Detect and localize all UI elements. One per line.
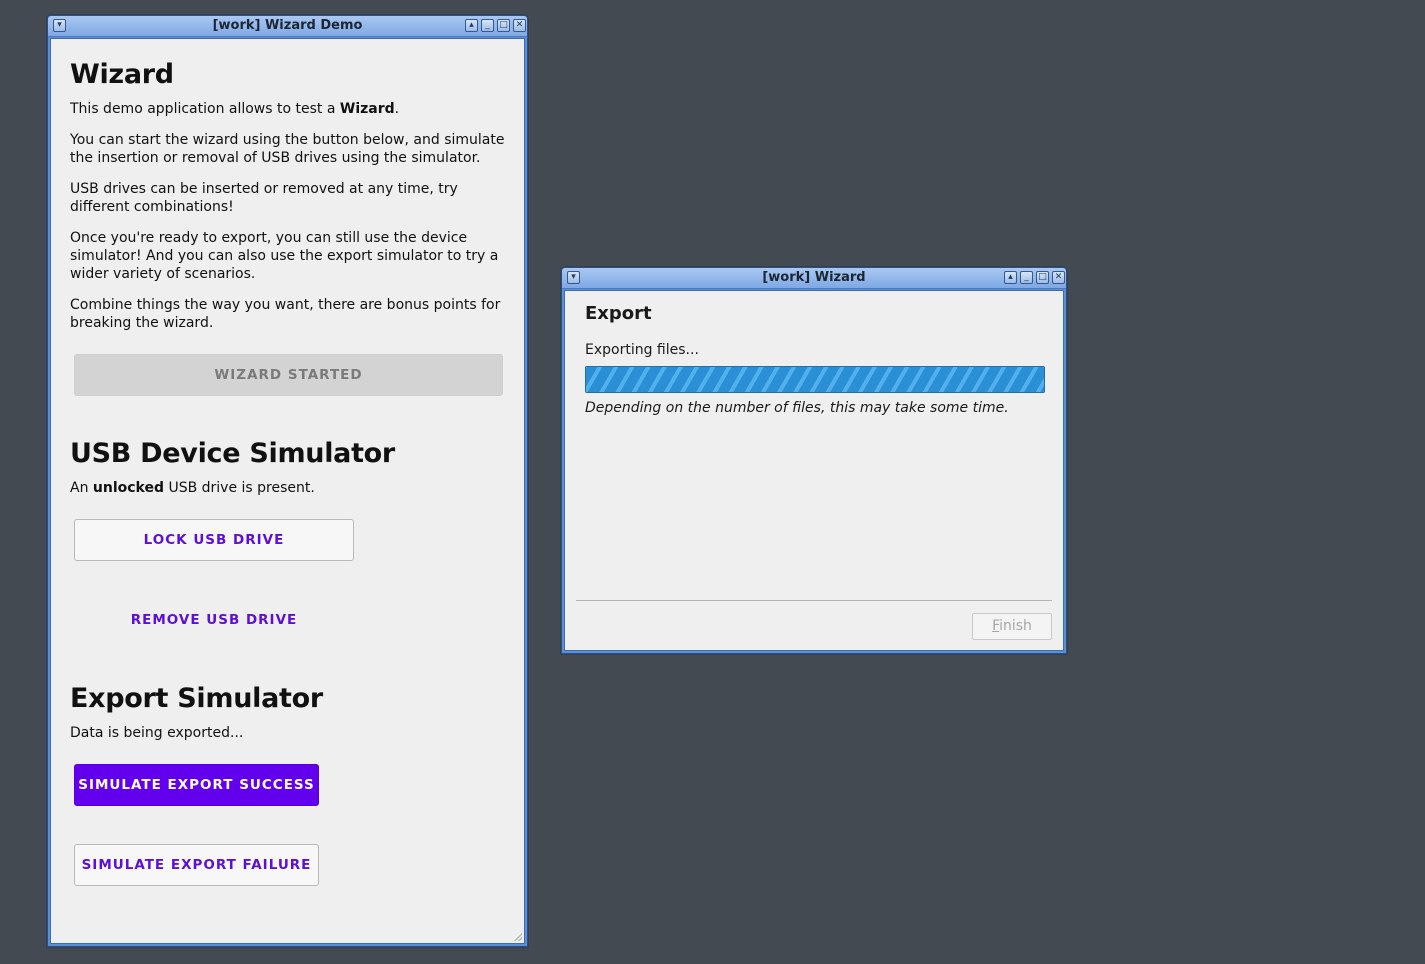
button-divider — [576, 600, 1052, 601]
usb-status-prefix: An — [70, 480, 93, 496]
usb-status-suffix: USB drive is present. — [164, 480, 315, 496]
minimize-icon[interactable]: _ — [1020, 271, 1033, 284]
title-bar[interactable]: ▾ [work] Wizard ▴ _ □ ✕ — [562, 268, 1066, 289]
wizard-start-paragraph: You can start the wizard using the butto… — [70, 132, 505, 166]
window-title: [work] Wizard Demo — [212, 18, 363, 33]
export-progress-bar — [585, 366, 1045, 393]
export-note: Depending on the number of files, this m… — [585, 400, 1009, 416]
simulate-export-failure-button[interactable]: SIMULATE EXPORT FAILURE — [74, 844, 319, 886]
main-content: Wizard This demo application allows to t… — [50, 38, 525, 944]
remove-usb-button[interactable]: REMOVE USB DRIVE — [74, 599, 354, 641]
usb-paragraph: USB drives can be inserted or removed at… — [70, 181, 458, 215]
close-icon[interactable]: ✕ — [513, 19, 526, 32]
maximize-icon[interactable]: □ — [497, 19, 510, 32]
export-status: Data is being exported... — [70, 725, 244, 741]
usb-status: An unlocked USB drive is present. — [70, 479, 510, 497]
lock-usb-button[interactable]: LOCK USB DRIVE — [74, 519, 354, 561]
wizard-window: ▾ [work] Wizard ▴ _ □ ✕ Export Exporting… — [561, 267, 1067, 654]
export-paragraph: Once you're ready to export, you can sti… — [70, 230, 499, 282]
intro-bold: Wizard — [339, 101, 395, 117]
maximize-icon[interactable]: □ — [1036, 271, 1049, 284]
shade-icon[interactable]: ▴ — [465, 19, 478, 32]
wizard-heading: Wizard — [70, 59, 174, 90]
export-simulator-heading: Export Simulator — [70, 683, 323, 714]
start-wizard-button[interactable]: WIZARD STARTED — [74, 354, 503, 396]
combine-paragraph: Combine things the way you want, there a… — [70, 297, 501, 331]
intro-prefix: This demo application allows to test a — [70, 101, 340, 117]
wizard-intro: This demo application allows to test a W… — [70, 100, 510, 118]
finish-button[interactable]: Finish — [972, 613, 1052, 640]
usb-status-bold: unlocked — [92, 480, 165, 496]
intro-suffix: . — [394, 101, 400, 117]
finish-label-rest: inish — [999, 618, 1032, 634]
usb-simulator-heading: USB Device Simulator — [70, 438, 395, 469]
resize-grip-icon[interactable] — [514, 933, 522, 941]
wizard-content: Export Exporting files... Depending on t… — [564, 290, 1064, 651]
wizard-page-title: Export — [585, 303, 652, 324]
export-progress-label: Exporting files... — [585, 342, 699, 358]
shade-icon[interactable]: ▴ — [1004, 271, 1017, 284]
close-icon[interactable]: ✕ — [1052, 271, 1065, 284]
progress-fill — [586, 367, 1044, 392]
minimize-icon[interactable]: _ — [481, 19, 494, 32]
simulate-export-success-button[interactable]: SIMULATE EXPORT SUCCESS — [74, 764, 319, 806]
title-bar[interactable]: ▾ [work] Wizard Demo ▴ _ □ ✕ — [48, 16, 527, 37]
window-title: [work] Wizard — [762, 270, 866, 285]
wizard-demo-window: ▾ [work] Wizard Demo ▴ _ □ ✕ Wizard This… — [47, 15, 528, 947]
